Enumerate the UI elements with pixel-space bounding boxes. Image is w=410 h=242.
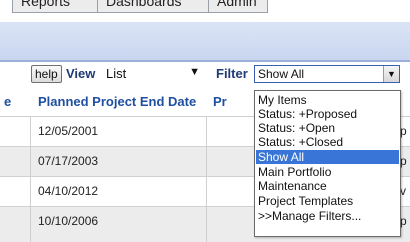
tab-admin[interactable]: Admin xyxy=(208,0,268,13)
view-select-value: List xyxy=(106,66,127,81)
filter-option-manage-filters[interactable]: >>Manage Filters... xyxy=(256,209,399,223)
end-date-cell: 10/10/2006 xyxy=(38,214,99,228)
filter-option-status-closed[interactable]: Status: +Closed xyxy=(256,135,399,149)
filter-option-main-portfolio[interactable]: Main Portfolio xyxy=(256,165,399,179)
chevron-down-icon: ▼ xyxy=(189,66,200,78)
filter-option-my-items[interactable]: My Items xyxy=(256,93,399,107)
end-date-cell: 04/10/2012 xyxy=(38,184,99,198)
view-label: View xyxy=(66,66,96,81)
filter-label: Filter xyxy=(216,66,248,81)
tab-dashboards[interactable]: Dashboards xyxy=(97,0,209,13)
end-date-cell: 07/17/2003 xyxy=(38,154,99,168)
column-header-planned-end-date[interactable]: Planned Project End Date xyxy=(38,94,196,109)
column-header-partial[interactable]: e xyxy=(4,94,11,109)
status-cell: p xyxy=(400,154,407,168)
column-header-partial[interactable]: Pr xyxy=(213,94,227,109)
filter-option-show-all[interactable]: Show All xyxy=(256,150,399,164)
filter-option-maintenance[interactable]: Maintenance xyxy=(256,179,399,193)
status-cell: p xyxy=(400,214,407,228)
column-divider xyxy=(206,116,207,242)
filter-select-value: Show All xyxy=(258,67,305,81)
top-tab-bar: Reports Dashboards Admin xyxy=(0,0,410,22)
help-button[interactable]: help xyxy=(31,65,62,83)
header-band xyxy=(0,22,410,60)
tab-reports[interactable]: Reports xyxy=(12,0,98,13)
view-select[interactable]: List ▼ xyxy=(104,65,204,83)
filter-dropdown-list[interactable]: My Items Status: +Proposed Status: +Open… xyxy=(254,90,401,237)
column-divider xyxy=(30,116,31,242)
filter-option-status-open[interactable]: Status: +Open xyxy=(256,121,399,135)
filter-select[interactable]: Show All ▼ xyxy=(254,65,400,83)
filter-option-project-templates[interactable]: Project Templates xyxy=(256,194,399,208)
filter-option-status-proposed[interactable]: Status: +Proposed xyxy=(256,107,399,121)
chevron-down-icon[interactable]: ▼ xyxy=(383,66,399,82)
status-cell: p xyxy=(400,124,407,138)
end-date-cell: 12/05/2001 xyxy=(38,124,99,138)
